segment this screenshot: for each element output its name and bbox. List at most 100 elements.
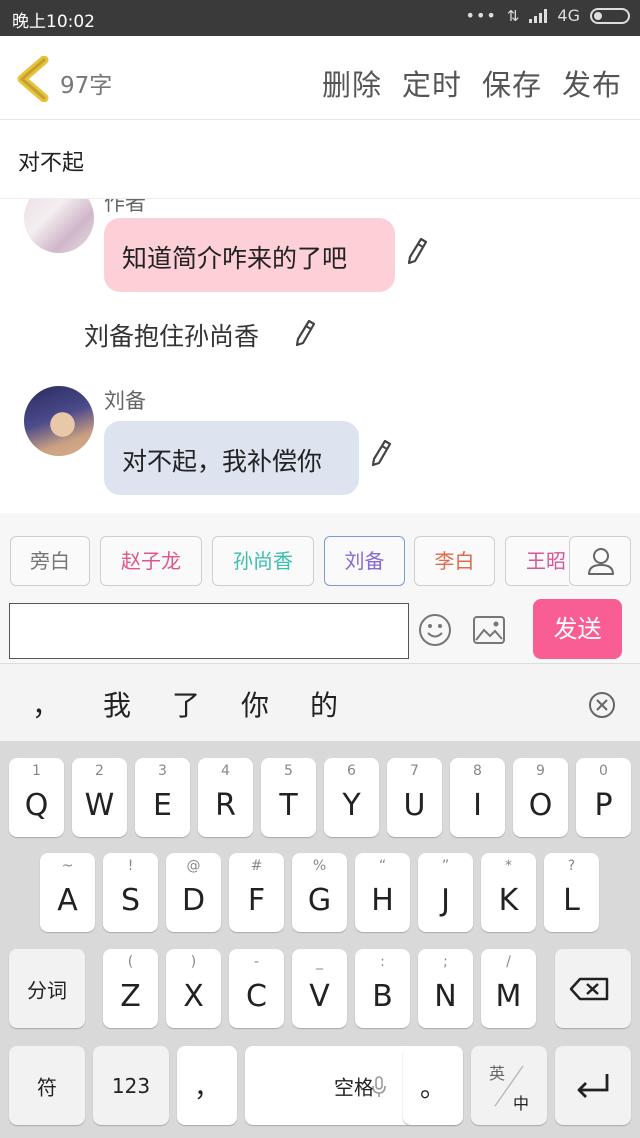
image-icon[interactable] bbox=[472, 615, 506, 645]
key-l[interactable]: ? L bbox=[544, 853, 599, 932]
key-label: F bbox=[247, 883, 266, 918]
key-sub: - bbox=[253, 954, 260, 970]
header-actions: 删除 定时 保存 发布 bbox=[322, 62, 622, 104]
character-chip-label: 赵子龙 bbox=[121, 549, 181, 573]
comma-key[interactable]: ， bbox=[177, 1046, 237, 1125]
key-sub: * bbox=[505, 858, 512, 874]
character-chip-narrator[interactable]: 旁白 bbox=[10, 536, 90, 586]
key-x[interactable]: ) X bbox=[166, 949, 221, 1028]
story-title-row[interactable]: 对不起 bbox=[0, 121, 640, 199]
symbol-key[interactable]: 符 bbox=[9, 1046, 85, 1125]
liubei-avatar[interactable] bbox=[24, 386, 94, 456]
key-q[interactable]: 1Q bbox=[9, 758, 64, 837]
key-b[interactable]: :B bbox=[355, 949, 410, 1028]
key-g[interactable]: % G bbox=[292, 853, 347, 932]
schedule-button[interactable]: 定时 bbox=[402, 62, 462, 104]
key-t[interactable]: 5T bbox=[261, 758, 316, 837]
enter-key[interactable] bbox=[555, 1046, 631, 1125]
key-j[interactable]: ” J bbox=[418, 853, 473, 932]
key-k[interactable]: * K bbox=[481, 853, 536, 932]
word-segment-key[interactable]: 分词 bbox=[9, 949, 85, 1028]
character-chip-label: 孙尚香 bbox=[233, 549, 293, 573]
key-label: 123 bbox=[111, 1073, 151, 1098]
narration-text[interactable]: 刘备抱住孙尚香 bbox=[84, 317, 259, 353]
number-key[interactable]: 123 bbox=[93, 1046, 169, 1125]
key-sub: % bbox=[312, 858, 327, 874]
delete-button[interactable]: 删除 bbox=[322, 62, 382, 104]
backspace-key[interactable] bbox=[555, 949, 631, 1028]
key-m[interactable]: / M bbox=[481, 949, 536, 1028]
key-sub: ” bbox=[441, 858, 450, 874]
save-button[interactable]: 保存 bbox=[482, 62, 542, 104]
key-h[interactable]: “H bbox=[355, 853, 410, 932]
key-p[interactable]: 0P bbox=[576, 758, 631, 837]
key-label: N bbox=[434, 979, 457, 1014]
key-sub: ) bbox=[190, 954, 197, 970]
message-input[interactable] bbox=[9, 603, 409, 659]
key-label: P bbox=[594, 788, 613, 823]
key-sub: 3 bbox=[158, 763, 167, 779]
key-c[interactable]: -C bbox=[229, 949, 284, 1028]
key-o[interactable]: 9O bbox=[513, 758, 568, 837]
character-chip-liubei[interactable]: 刘备 bbox=[324, 536, 405, 586]
divider-slash bbox=[494, 1065, 524, 1107]
author-avatar[interactable] bbox=[24, 199, 94, 253]
key-d[interactable]: @ D bbox=[166, 853, 221, 932]
key-w[interactable]: 2W bbox=[72, 758, 127, 837]
key-label: ， bbox=[193, 1073, 220, 1103]
message-bubble[interactable]: 知道简介咋来的了吧 bbox=[104, 218, 395, 292]
send-button[interactable]: 发送 bbox=[533, 599, 622, 659]
key-z[interactable]: (Z bbox=[103, 949, 158, 1028]
character-chip-libai[interactable]: 李白 bbox=[414, 536, 495, 586]
key-sub: 2 bbox=[95, 763, 104, 779]
message-bubble[interactable]: 对不起，我补偿你 bbox=[104, 421, 359, 495]
character-chip-zhaozilong[interactable]: 赵子龙 bbox=[100, 536, 202, 586]
key-f[interactable]: # F bbox=[229, 853, 284, 932]
key-label: D bbox=[181, 883, 206, 918]
key-r[interactable]: 4R bbox=[198, 758, 253, 837]
manage-characters-button[interactable] bbox=[569, 536, 631, 586]
key-v[interactable]: _ V bbox=[292, 949, 347, 1028]
network-type: 4G bbox=[557, 6, 580, 25]
publish-button[interactable]: 发布 bbox=[562, 62, 622, 104]
candidate-word[interactable]: ， bbox=[32, 684, 60, 724]
keyboard: 1Q 2W 3E 4R 5T 6Y 7U 8I 9O 0P ~ A ! S @ D #… bbox=[0, 741, 640, 1138]
edit-pencil-icon[interactable] bbox=[370, 439, 392, 467]
edit-pencil-icon[interactable] bbox=[406, 237, 428, 265]
key-u[interactable]: 7U bbox=[387, 758, 442, 837]
key-e[interactable]: 3E bbox=[135, 758, 190, 837]
candidate-word[interactable]: 的 bbox=[310, 684, 338, 724]
key-sub: 9 bbox=[536, 763, 545, 779]
back-chevron-icon[interactable] bbox=[14, 56, 54, 102]
key-label: Q bbox=[24, 788, 49, 823]
key-sub: / bbox=[506, 954, 511, 970]
key-n[interactable]: ; N bbox=[418, 949, 473, 1028]
status-icons: ••• ⇅ 4G bbox=[466, 6, 630, 25]
close-candidates-icon[interactable] bbox=[588, 691, 616, 719]
edit-pencil-icon[interactable] bbox=[294, 319, 316, 347]
candidate-word[interactable]: 你 bbox=[241, 684, 269, 724]
key-label: W bbox=[84, 788, 115, 823]
period-key[interactable]: 。 bbox=[403, 1046, 463, 1125]
key-a[interactable]: ~ A bbox=[40, 853, 95, 932]
key-sub: 5 bbox=[284, 763, 293, 779]
key-sub: 6 bbox=[347, 763, 356, 779]
language-switch-key[interactable]: 英 中 bbox=[471, 1046, 547, 1125]
word-count: 97字 bbox=[60, 73, 113, 99]
ime-candidate-bar: ， 我 了 你 的 bbox=[0, 663, 640, 741]
key-s[interactable]: ! S bbox=[103, 853, 158, 932]
candidate-word[interactable]: 了 bbox=[172, 684, 200, 724]
character-chip-wangzhao[interactable]: 王昭 bbox=[505, 536, 569, 586]
key-i[interactable]: 8I bbox=[450, 758, 505, 837]
key-sub: ; bbox=[443, 954, 448, 970]
candidate-word[interactable]: 我 bbox=[103, 684, 131, 724]
key-label: S bbox=[120, 883, 141, 918]
key-sub: 8 bbox=[473, 763, 482, 779]
character-chip-sunshangxiang[interactable]: 孙尚香 bbox=[212, 536, 314, 586]
story-title[interactable]: 对不起 bbox=[18, 145, 84, 177]
character-chip-label: 李白 bbox=[434, 549, 475, 573]
key-label: J bbox=[441, 883, 450, 918]
emoji-icon[interactable] bbox=[418, 613, 452, 647]
key-sub: ! bbox=[127, 858, 134, 874]
key-y[interactable]: 6Y bbox=[324, 758, 379, 837]
